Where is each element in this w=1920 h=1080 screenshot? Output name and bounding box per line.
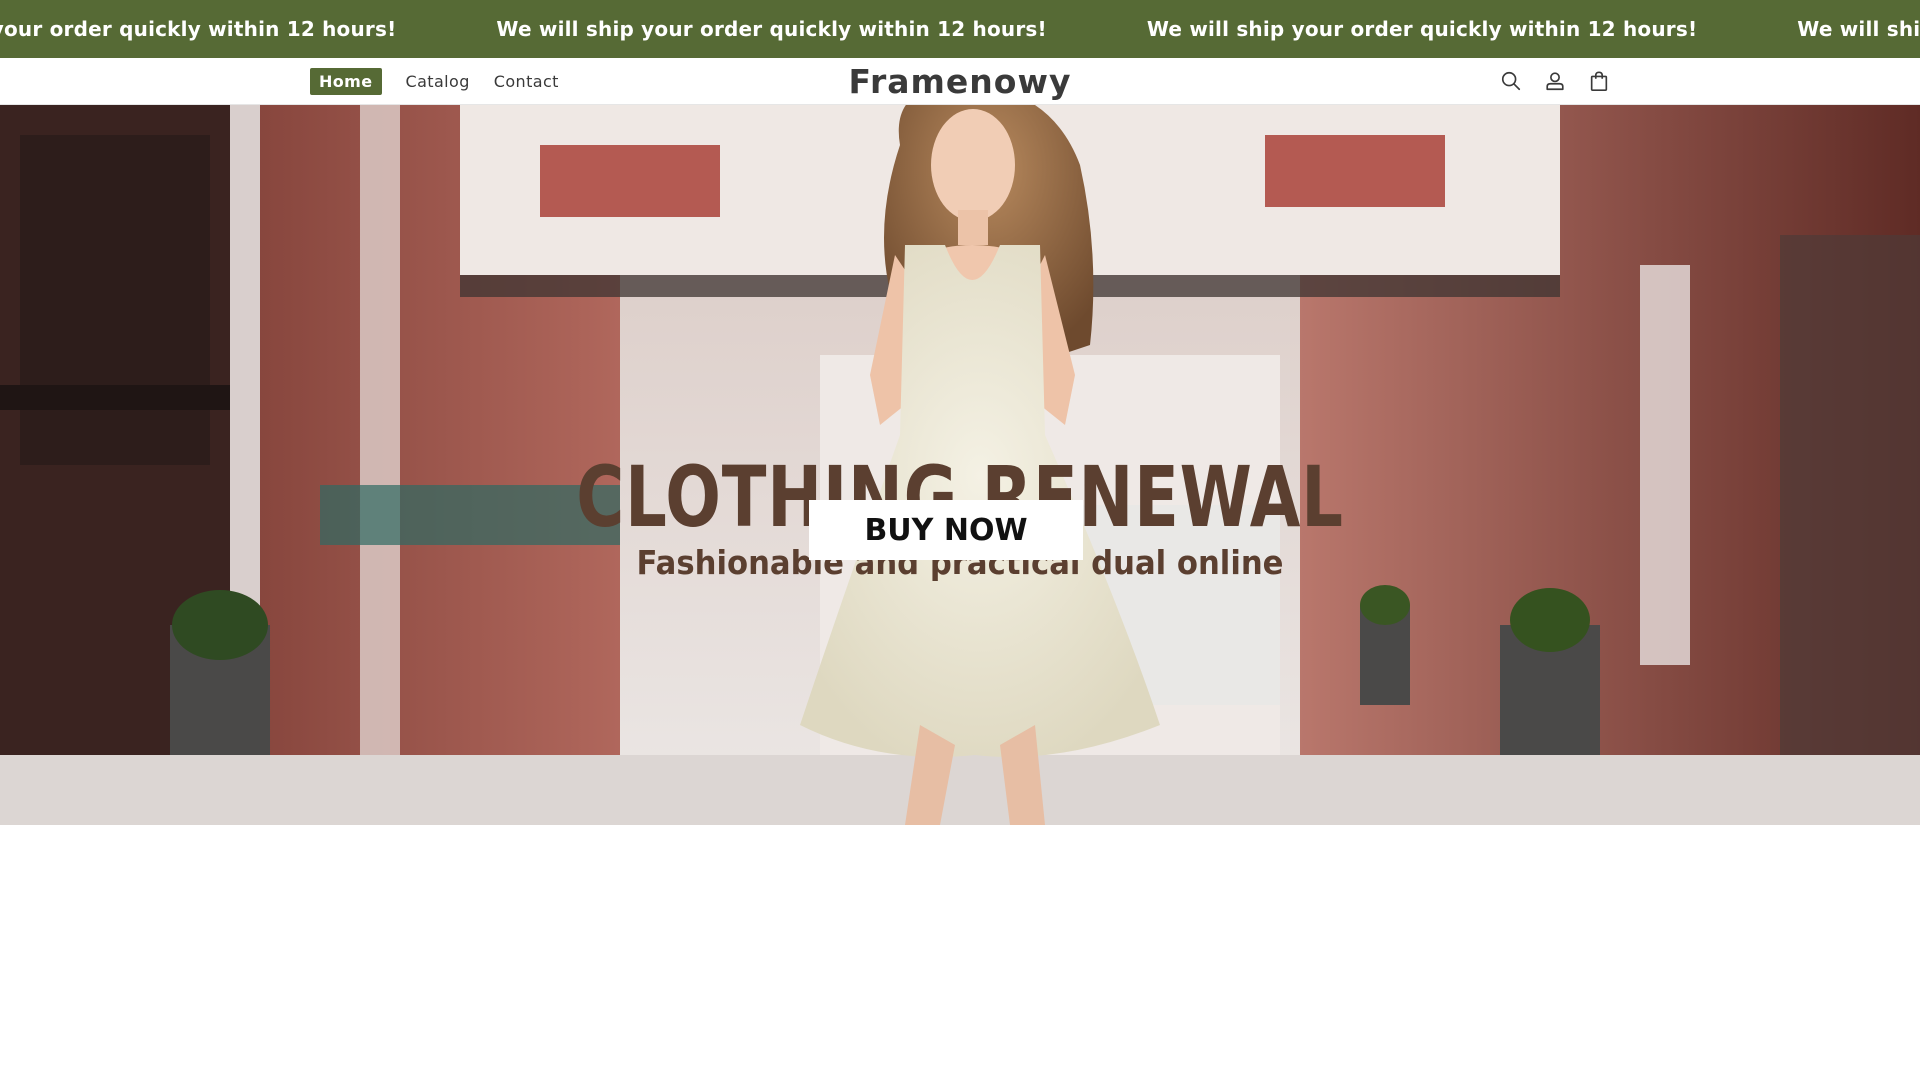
- nav-contact[interactable]: Contact: [494, 72, 559, 91]
- announcement-text: We will ship your order quickly within 1…: [1146, 17, 1698, 41]
- announcement-text: We will ship your order quickly within 1…: [0, 17, 397, 41]
- account-icon[interactable]: [1541, 67, 1569, 95]
- search-icon[interactable]: [1497, 67, 1525, 95]
- header-icons: [1497, 58, 1629, 104]
- announcement-text: We will ship your order quickly within 1…: [496, 17, 1047, 41]
- announcement-marquee: We will ship your order quickly within 1…: [0, 0, 1920, 58]
- announcement-bar: We will ship your order quickly within 1…: [0, 0, 1920, 58]
- site-header: Home Catalog Contact Framenowy: [0, 58, 1920, 105]
- nav-catalog[interactable]: Catalog: [406, 72, 470, 91]
- site-logo[interactable]: Framenowy: [849, 62, 1072, 101]
- logo-wrapper: Framenowy: [0, 58, 1920, 104]
- nav-home[interactable]: Home: [310, 67, 382, 95]
- buy-now-button[interactable]: BUY NOW: [809, 500, 1083, 560]
- announcement-text: We will ship your order quickly within 1…: [1797, 17, 1920, 41]
- cart-icon[interactable]: [1585, 67, 1613, 95]
- hero-banner: CLOTHING RENEWAL Fashionable and practic…: [0, 105, 1920, 825]
- main-nav: Home Catalog Contact: [310, 58, 583, 104]
